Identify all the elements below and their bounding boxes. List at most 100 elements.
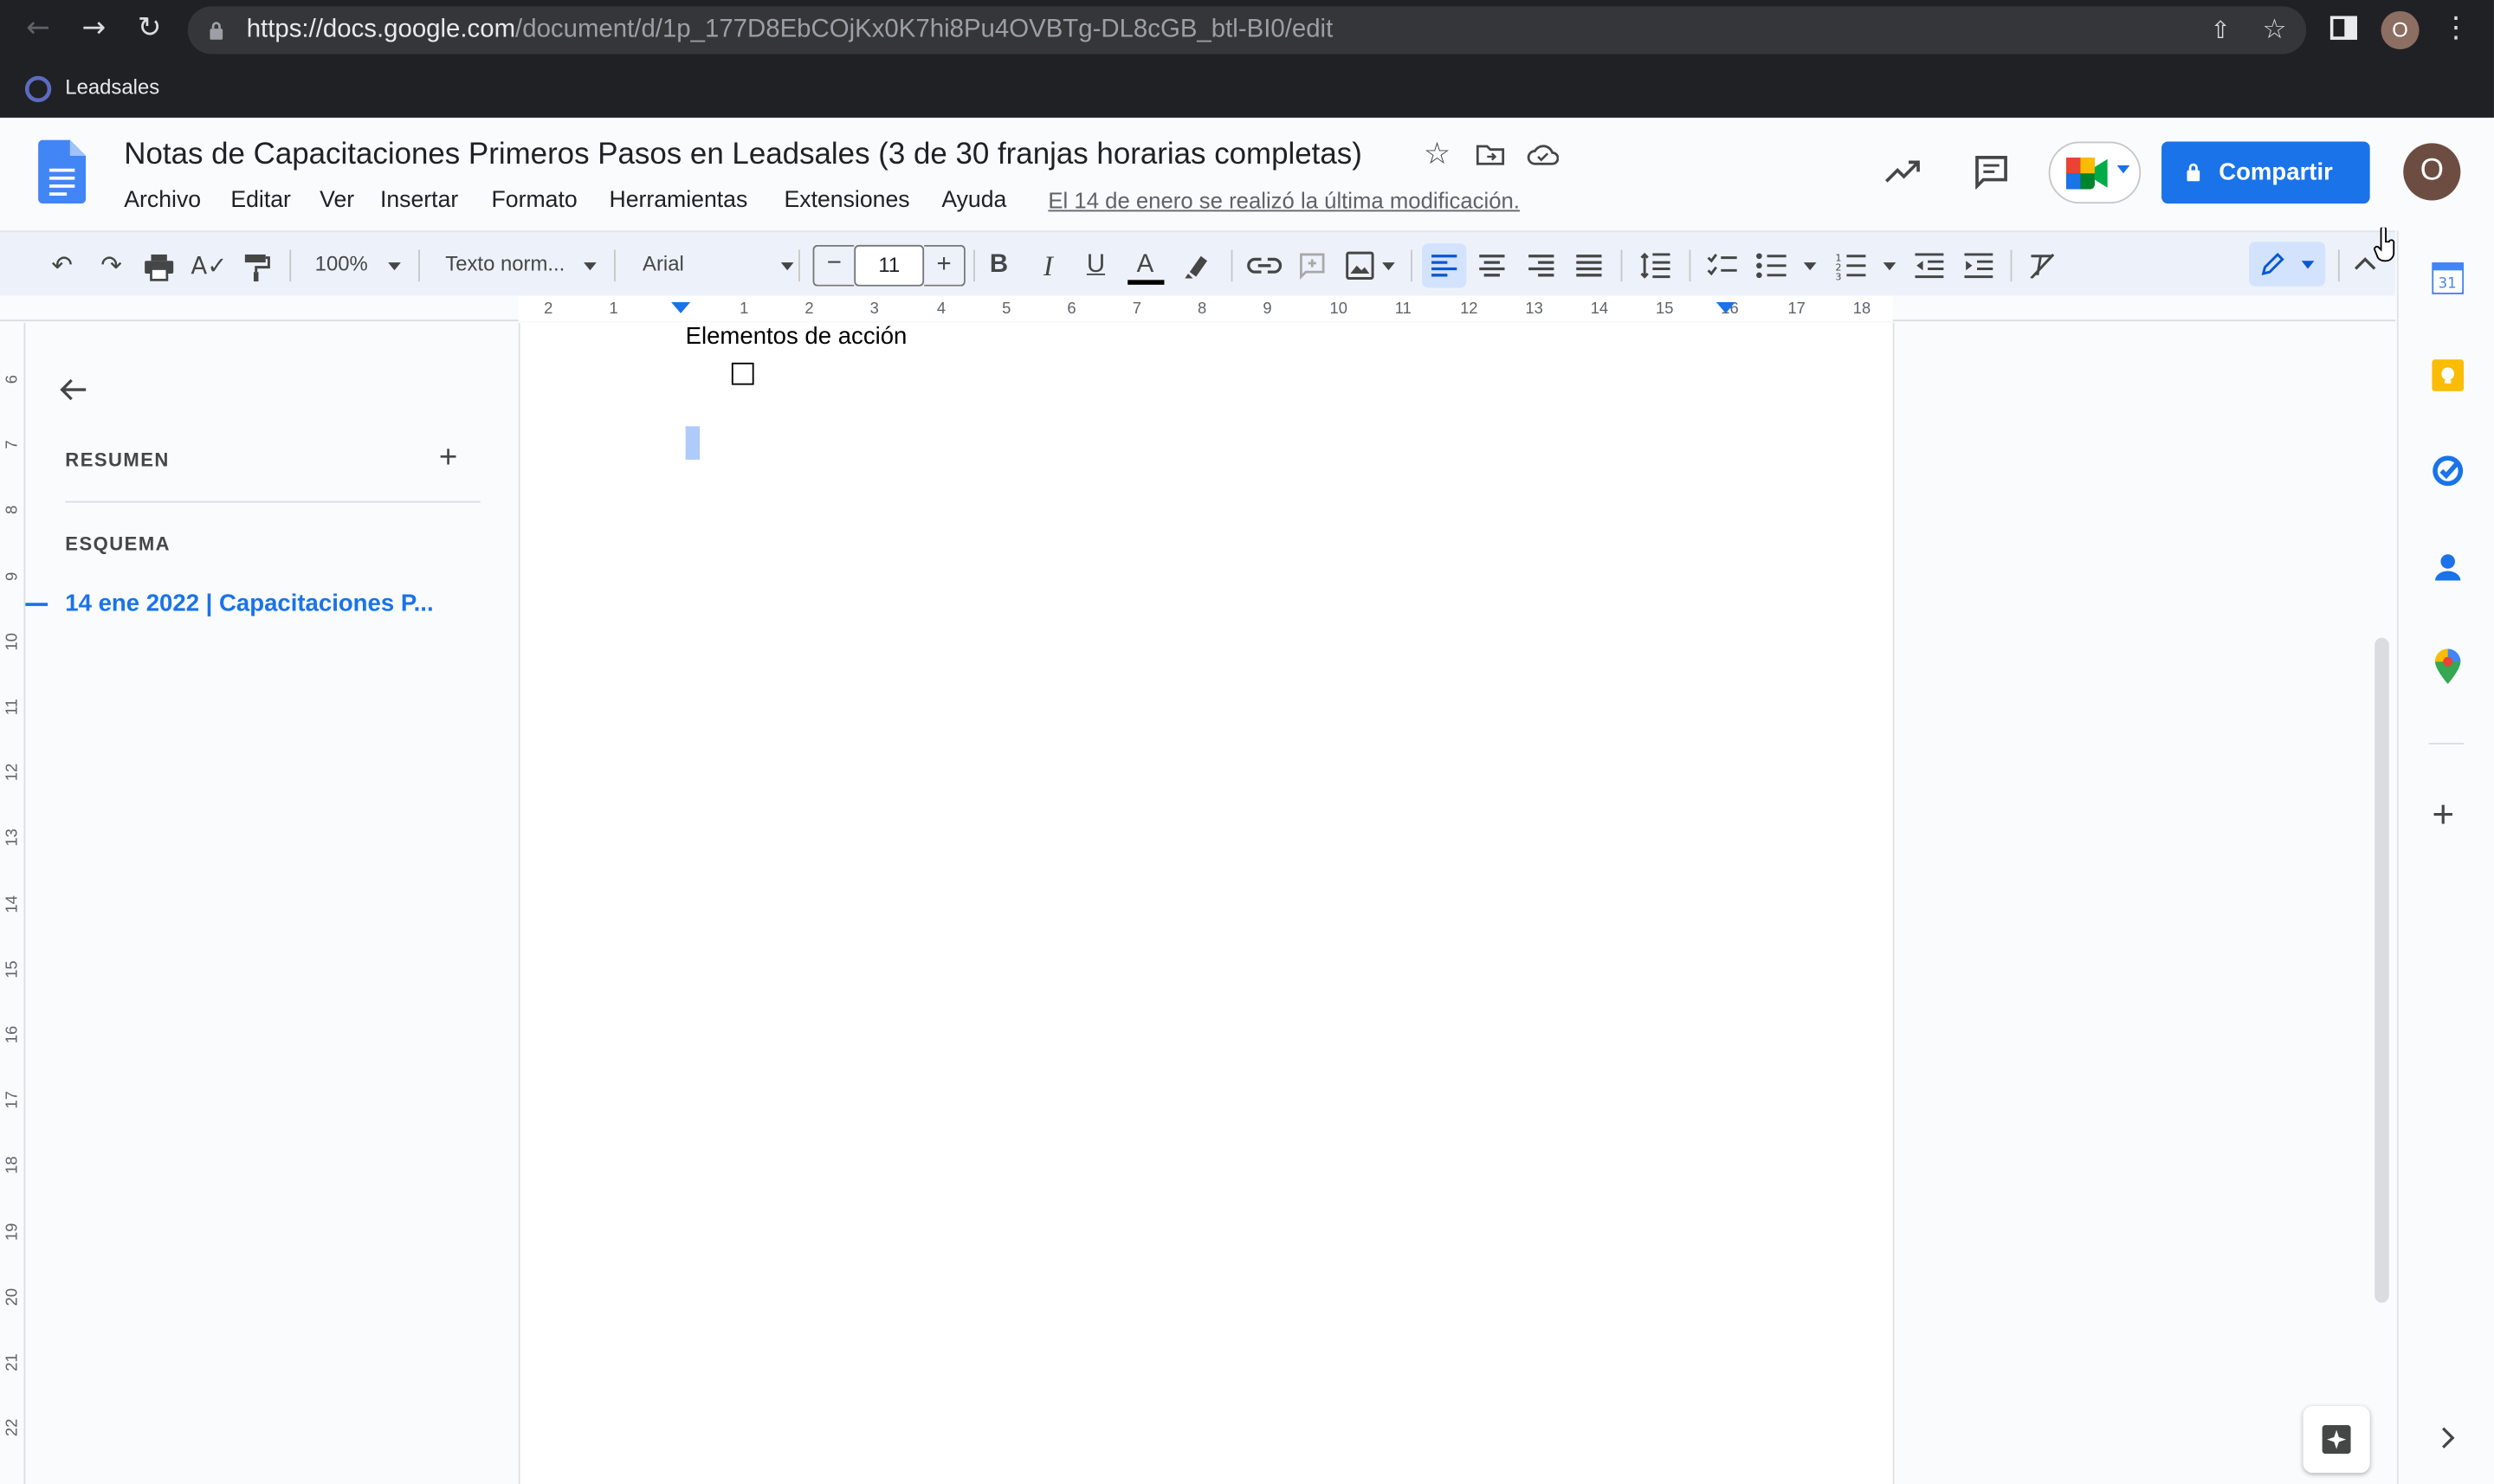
screen: ← → ↻ https://docs.google.com/document/d… — [0, 0, 2494, 1484]
numbered-dropdown-icon[interactable] — [1883, 262, 1896, 271]
image-dropdown-icon[interactable] — [1382, 262, 1395, 271]
add-comment-icon[interactable] — [1298, 251, 1327, 280]
zoom-dropdown-icon[interactable] — [388, 262, 401, 271]
share-page-icon[interactable]: ⇧ — [2201, 11, 2239, 49]
decrease-indent-icon[interactable] — [1915, 253, 1944, 279]
insert-image-icon[interactable] — [1346, 251, 1374, 280]
address-bar[interactable]: https://docs.google.com/document/d/1p_17… — [187, 6, 2307, 55]
expand-panel-icon[interactable] — [2439, 1427, 2455, 1449]
ruler-tick: 9 — [1263, 300, 1272, 319]
font-select[interactable]: Arial — [643, 251, 684, 275]
reload-icon[interactable]: ↻ — [131, 10, 169, 48]
italic-icon[interactable]: I — [1032, 247, 1064, 285]
url-text: https://docs.google.com/document/d/1p_17… — [246, 16, 1334, 43]
undo-icon[interactable]: ↶ — [44, 247, 79, 285]
underline-icon[interactable]: U — [1080, 247, 1112, 285]
document-page[interactable]: Elementos de acción — [518, 322, 1895, 1484]
bookmarks-bar: Leadsales — [0, 63, 2494, 114]
vruler-tick: 7 — [3, 440, 22, 449]
vertical-ruler[interactable]: 6 7 8 9 10 11 12 13 14 15 16 17 18 19 20 21 22 — [0, 322, 26, 1484]
numbered-list-icon[interactable]: 1 2 3 — [1836, 251, 1868, 280]
vruler-tick: 22 — [3, 1418, 22, 1437]
share-label: Compartir — [2219, 158, 2333, 186]
font-dropdown-icon[interactable] — [780, 262, 794, 271]
get-addons-icon[interactable]: + — [2432, 796, 2454, 835]
align-left-button[interactable] — [1422, 243, 1467, 288]
zoom-select[interactable]: 100% — [315, 251, 368, 275]
menu-archivo[interactable]: Archivo — [124, 188, 201, 213]
keep-icon[interactable] — [2432, 359, 2465, 391]
menu-ayuda[interactable]: Ayuda — [941, 188, 1006, 213]
align-right-icon[interactable] — [1528, 255, 1554, 277]
print-icon[interactable] — [143, 253, 175, 281]
back-arrow-icon[interactable] — [57, 377, 89, 402]
maps-icon[interactable] — [2434, 648, 2461, 684]
bookmark-star-icon[interactable]: ☆ — [2255, 11, 2293, 49]
calendar-icon[interactable]: 31 — [2432, 262, 2465, 294]
mouse-hand-cursor-icon — [2374, 227, 2395, 262]
redo-icon[interactable]: ↷ — [94, 247, 128, 285]
meet-button[interactable] — [2048, 141, 2142, 204]
menu-herramientas[interactable]: Herramientas — [609, 188, 747, 213]
contacts-icon[interactable] — [2433, 552, 2462, 584]
document-title[interactable]: Notas de Capacitaciones Primeros Pasos e… — [124, 139, 1362, 173]
decrease-font-size-button[interactable]: − — [812, 244, 855, 287]
ruler-tick: 14 — [1590, 300, 1609, 319]
explore-button[interactable] — [2303, 1405, 2370, 1474]
vertical-scrollbar[interactable] — [2374, 637, 2389, 1303]
highlight-icon[interactable] — [1184, 251, 1212, 280]
text-color-icon[interactable]: A — [1127, 247, 1162, 285]
style-dropdown-icon[interactable] — [584, 262, 597, 271]
editing-mode-button[interactable] — [2249, 242, 2326, 287]
forward-icon[interactable]: → — [74, 10, 113, 48]
more-vert-icon[interactable]: ⋮ — [2437, 10, 2475, 48]
line-spacing-icon[interactable] — [1640, 251, 1672, 280]
ruler-tick: 11 — [1394, 300, 1412, 319]
menu-editar[interactable]: Editar — [230, 188, 291, 213]
justify-icon[interactable] — [1576, 255, 1602, 277]
last-edit-link[interactable]: El 14 de enero se realizó la última modi… — [1048, 188, 1520, 213]
outline-item[interactable]: 14 ene 2022 | Capacitaciones P... — [65, 590, 433, 617]
ruler-tick: 3 — [869, 300, 879, 319]
bullet-dropdown-icon[interactable] — [1803, 262, 1817, 271]
menu-ver[interactable]: Ver — [320, 188, 354, 213]
vruler-tick: 6 — [3, 375, 22, 384]
explore-sparkle-icon — [2322, 1425, 2351, 1455]
back-icon[interactable]: ← — [19, 10, 57, 48]
menu-formato[interactable]: Formato — [492, 188, 578, 213]
paint-format-icon[interactable] — [242, 253, 270, 282]
account-avatar[interactable]: O — [2403, 143, 2461, 201]
increase-font-size-button[interactable]: + — [924, 244, 966, 287]
profile-avatar[interactable]: O — [2381, 10, 2420, 49]
left-indent-marker[interactable] — [671, 302, 691, 313]
add-summary-icon[interactable]: + — [439, 441, 457, 477]
align-center-icon[interactable] — [1479, 255, 1505, 277]
spellcheck-icon[interactable]: A✓ — [191, 247, 227, 285]
action-item-checkbox[interactable] — [731, 362, 754, 385]
font-size-input[interactable]: 11 — [854, 244, 925, 287]
checklist-icon[interactable] — [1707, 253, 1739, 278]
menu-insertar[interactable]: Insertar — [380, 188, 458, 213]
docs-logo-icon[interactable] — [38, 139, 87, 204]
tasks-icon[interactable] — [2432, 455, 2464, 487]
bold-icon[interactable]: B — [983, 247, 1015, 285]
link-icon[interactable] — [1247, 256, 1283, 275]
bookmark-leadsales[interactable]: Leadsales — [65, 74, 159, 99]
summary-heading: RESUMEN — [65, 448, 170, 471]
right-indent-marker[interactable] — [1715, 302, 1735, 313]
bulleted-list-icon[interactable] — [1756, 253, 1788, 279]
clear-formatting-icon[interactable] — [2028, 253, 2057, 279]
cloud-status-icon[interactable] — [1527, 143, 1559, 165]
side-panel-icon[interactable] — [2329, 16, 2359, 41]
horizontal-ruler[interactable]: 2 1 1 2 3 4 5 6 7 8 9 10 11 12 13 14 15 16 17 18 — [0, 295, 2396, 322]
share-button[interactable]: Compartir — [2161, 141, 2370, 204]
move-folder-icon[interactable] — [1476, 143, 1505, 165]
activity-trend-icon[interactable] — [1884, 159, 1922, 184]
star-icon[interactable]: ☆ — [1424, 137, 1451, 171]
vruler-tick: 17 — [3, 1091, 22, 1109]
document-outline: RESUMEN + ESQUEMA 14 ene 2022 | Capacita… — [25, 322, 519, 1484]
comments-icon[interactable] — [1974, 154, 2008, 190]
menu-extensiones[interactable]: Extensiones — [784, 188, 909, 213]
style-select[interactable]: Texto norm... — [445, 251, 565, 275]
increase-indent-icon[interactable] — [1964, 253, 1993, 279]
